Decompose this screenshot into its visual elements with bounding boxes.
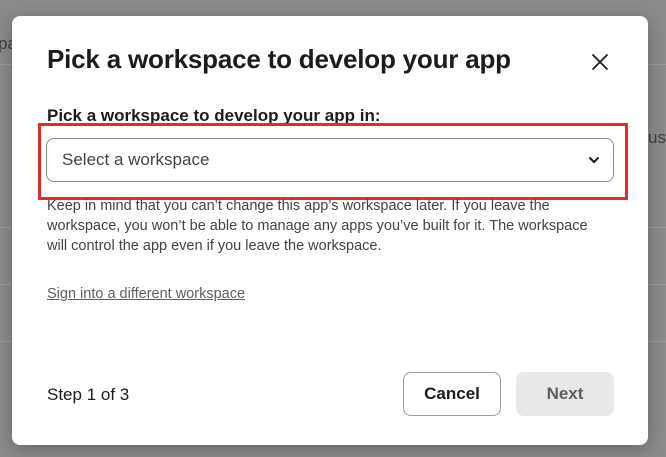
dialog-title: Pick a workspace to develop your app — [47, 44, 511, 74]
help-text: Keep in mind that you can’t change this … — [47, 198, 588, 254]
next-button[interactable]: Next — [516, 372, 614, 416]
workspace-select-value: Select a workspace — [62, 150, 210, 169]
step-indicator: Step 1 of 3 — [47, 385, 130, 404]
sign-into-different-workspace-link[interactable]: Sign into a different workspace — [47, 286, 245, 302]
close-button[interactable] — [584, 46, 614, 76]
cancel-button[interactable]: Cancel — [403, 372, 501, 416]
workspace-picker-dialog: Pick a workspace to develop your app Pic… — [12, 16, 648, 445]
close-icon — [592, 54, 608, 70]
workspace-field-label: Pick a workspace to develop your app in: — [47, 106, 381, 125]
workspace-select[interactable]: Select a workspace — [46, 138, 614, 182]
background-text-fragment: us — [648, 128, 666, 147]
chevron-down-icon — [587, 153, 601, 167]
